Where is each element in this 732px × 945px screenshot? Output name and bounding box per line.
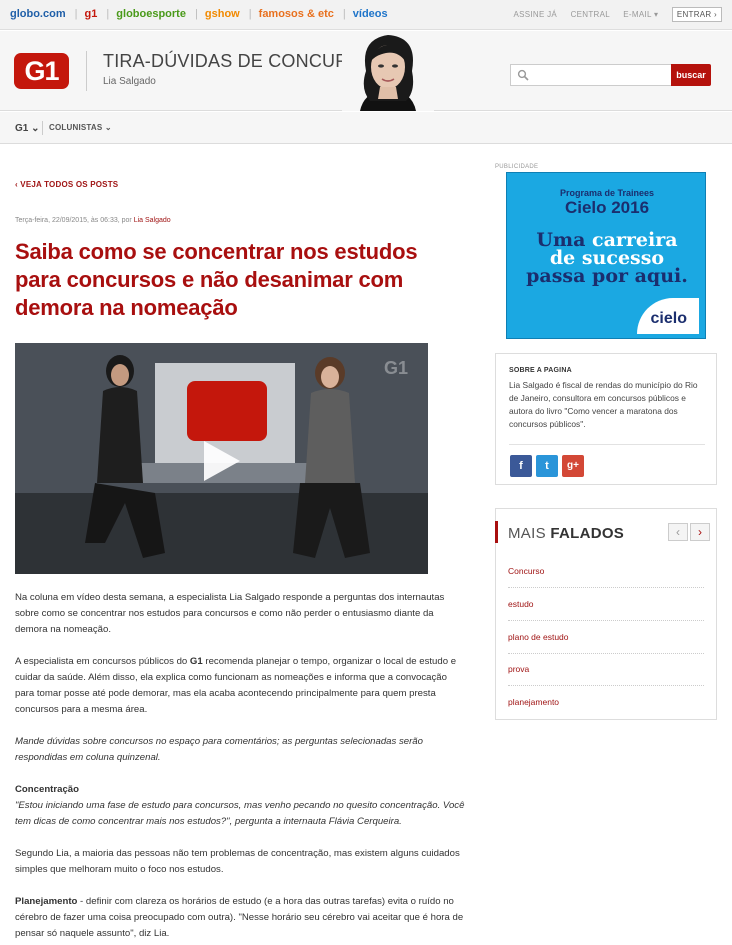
accent-bar xyxy=(495,521,498,543)
section-heading: Concentração xyxy=(15,784,79,795)
divider: | xyxy=(194,8,198,20)
email-menu[interactable]: E-MAIL ▾ xyxy=(623,10,658,19)
text: FALADOS xyxy=(550,525,625,542)
about-page-box: SOBRE A PAGINA Lia Salgado é fiscal de r… xyxy=(495,353,717,485)
text: A especialista em concursos públicos do xyxy=(15,656,190,667)
globo-top-bar: globo.com | g1 | globoesporte | gshow | famo… xyxy=(0,0,732,30)
prev-button[interactable]: ‹ xyxy=(668,523,688,541)
tag-link[interactable]: prova xyxy=(508,664,704,674)
tag-link[interactable]: planejamento xyxy=(508,697,704,707)
ad-label: PUBLICIDADE xyxy=(495,164,539,170)
advertisement-banner[interactable]: Programa de Trainees Cielo 2016 Uma carr… xyxy=(506,172,706,339)
divider xyxy=(86,51,87,91)
search-icon xyxy=(517,69,529,81)
facebook-icon[interactable]: f xyxy=(510,455,532,477)
quote: "Estou iniciando uma fase de estudo para… xyxy=(15,800,465,827)
link-globoesporte[interactable]: globoesporte xyxy=(116,8,186,20)
article-paragraph: Segundo Lia, a maioria das pessoas não t… xyxy=(15,848,460,875)
central-link[interactable]: CENTRAL xyxy=(571,10,610,19)
next-button[interactable]: › xyxy=(690,523,710,541)
account-links: ASSINE JÁ CENTRAL E-MAIL ▾ ENTRAR › xyxy=(502,7,722,22)
link-famosos[interactable]: famosos & etc xyxy=(259,8,334,20)
play-icon[interactable] xyxy=(202,439,242,483)
g1-menu[interactable]: G1 ⌄ xyxy=(15,123,40,134)
blog-author: Lia Salgado xyxy=(103,76,156,87)
twitter-icon[interactable]: t xyxy=(536,455,558,477)
globo-portal-links: globo.com | g1 | globoesporte | gshow | famo… xyxy=(10,8,397,20)
google-plus-icon[interactable]: g+ xyxy=(562,455,584,477)
divider: | xyxy=(106,8,110,20)
divider xyxy=(508,685,704,686)
link-gshow[interactable]: gshow xyxy=(205,8,240,20)
divider xyxy=(508,620,704,621)
divider: | xyxy=(74,8,78,20)
ad-subtitle: Programa de Trainees xyxy=(559,188,655,198)
article-paragraph: Planejamento - definir com clareza os ho… xyxy=(15,894,465,942)
cielo-logo: cielo xyxy=(637,298,699,334)
most-talked-title: MAIS FALADOS xyxy=(508,525,624,542)
article-paragraph: A especialista em concursos públicos do … xyxy=(15,654,465,718)
ad-line: passa por aqui. xyxy=(526,265,688,287)
blog-header: G1 TIRA-DÚVIDAS DE CONCURSOS Lia Salgado… xyxy=(0,31,732,111)
colunistas-menu[interactable]: COLUNISTAS ⌄ xyxy=(49,123,112,132)
most-talked-box: MAIS FALADOS ‹ › Concurso estudo plano d… xyxy=(495,508,717,720)
ad-title: Cielo 2016 xyxy=(564,198,650,217)
video-watermark: G1 xyxy=(383,358,408,378)
see-all-posts-link[interactable]: ‹ VEJA TODOS OS POSTS xyxy=(15,180,118,189)
divider xyxy=(508,653,704,654)
assine-link[interactable]: ASSINE JÁ xyxy=(513,10,557,19)
tag-link[interactable]: plano de estudo xyxy=(508,632,704,642)
entrar-button[interactable]: ENTRAR › xyxy=(671,7,722,22)
about-text: Lia Salgado é fiscal de rendas do municí… xyxy=(509,380,698,429)
divider xyxy=(42,121,43,135)
about-heading: SOBRE A PAGINA xyxy=(509,367,572,374)
article-paragraph: Na coluna em vídeo desta semana, a espec… xyxy=(15,592,445,635)
article-body: Na coluna em vídeo desta semana, a espec… xyxy=(15,590,465,945)
brand-text: cielo xyxy=(650,310,687,327)
post-headline: Saiba como se concentrar nos estudos par… xyxy=(15,239,418,320)
text: - definir com clareza os horários de est… xyxy=(15,896,464,939)
article-paragraph: Mande dúvidas sobre concursos no espaço … xyxy=(15,736,423,763)
search-input[interactable] xyxy=(510,64,672,86)
g1-bold: G1 xyxy=(189,656,203,667)
text: MAIS xyxy=(508,525,551,542)
article-paragraph: Concentração "Estou iniciando uma fase de… xyxy=(15,782,465,830)
tag-link[interactable]: estudo xyxy=(508,599,704,609)
video-player[interactable]: G1 xyxy=(15,343,428,574)
search-button[interactable]: buscar xyxy=(671,64,711,86)
g1-logo[interactable]: G1 xyxy=(14,53,69,89)
link-videos[interactable]: vídeos xyxy=(353,8,388,20)
sub-navigation: G1 ⌄ COLUNISTAS ⌄ xyxy=(0,112,732,144)
divider: | xyxy=(342,8,346,20)
tag-link[interactable]: Concurso xyxy=(508,566,704,576)
section-heading: Planejamento xyxy=(15,896,78,907)
divider xyxy=(508,587,704,588)
link-g1[interactable]: g1 xyxy=(85,8,98,20)
author-portrait xyxy=(342,31,434,111)
link-globo-com[interactable]: globo.com xyxy=(10,8,66,20)
post-date: Terça-feira, 22/09/2015, às 06:33, por xyxy=(15,217,134,224)
post-meta: Terça-feira, 22/09/2015, às 06:33, por L… xyxy=(15,217,171,224)
divider xyxy=(509,444,705,445)
post-author-link[interactable]: Lia Salgado xyxy=(134,217,171,224)
divider: | xyxy=(248,8,252,20)
